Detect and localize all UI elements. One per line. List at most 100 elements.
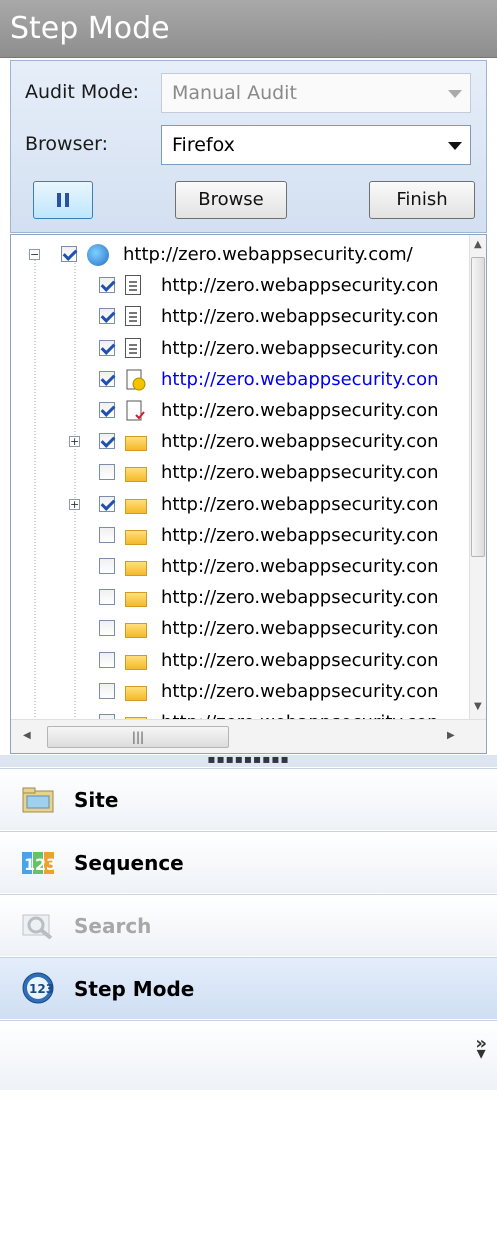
tree-checkbox[interactable]	[99, 308, 115, 325]
settings-panel: Audit Mode: Manual Audit Browser: Firefo…	[10, 60, 487, 233]
folder-icon	[125, 654, 147, 670]
page-lock-icon	[125, 369, 147, 391]
tree-row[interactable]: http://zero.webappsecurity.con	[11, 520, 471, 551]
tree-checkbox[interactable]	[99, 433, 115, 450]
tree-row-url: http://zero.webappsecurity.con	[161, 587, 439, 609]
tree-row[interactable]: http://zero.webappsecurity.con	[11, 645, 471, 676]
tree-checkbox[interactable]	[99, 620, 115, 637]
tree-row-url: http://zero.webappsecurity.con	[161, 618, 439, 640]
site-folder-icon	[22, 787, 54, 813]
tree-row[interactable]: http://zero.webappsecurity.con	[11, 270, 471, 301]
nav-sequence-label: Sequence	[74, 851, 184, 875]
tree-row[interactable]: http://zero.webappsecurity.con	[11, 364, 471, 395]
tree-checkbox[interactable]	[99, 402, 115, 418]
tree-row-url: http://zero.webappsecurity.con	[161, 462, 439, 484]
globe-icon	[87, 244, 109, 266]
pause-icon	[57, 193, 69, 207]
tree-row[interactable]: http://zero.webappsecurity.con	[11, 582, 471, 613]
tree-row[interactable]: + http://zero.webappsecurity.con	[11, 426, 471, 457]
tree-row-url: http://zero.webappsecurity.con	[161, 524, 439, 546]
page-icon	[125, 306, 141, 327]
collapse-icon[interactable]: −	[29, 249, 40, 260]
tree-row[interactable]: + http://zero.webappsecurity.con	[11, 489, 471, 520]
nav-search-label: Search	[74, 914, 152, 938]
tree-row-url: http://zero.webappsecurity.con	[161, 556, 439, 577]
tree-checkbox[interactable]	[99, 682, 115, 699]
svg-text:2: 2	[35, 855, 46, 874]
tree-checkbox[interactable]	[99, 589, 115, 606]
tree-checkbox[interactable]	[99, 339, 115, 356]
site-tree: − http://zero.webappsecurity.com/http://z…	[10, 234, 487, 754]
tree-row[interactable]: http://zero.webappsecurity.con	[11, 301, 471, 332]
svg-text:3: 3	[46, 855, 54, 874]
chevron-double-down-icon[interactable]: » ▾	[475, 1035, 487, 1063]
svg-text:123: 123	[29, 982, 54, 996]
browser-value: Firefox	[172, 134, 235, 156]
folder-icon	[125, 529, 147, 545]
expand-icon[interactable]: +	[69, 436, 80, 448]
tree-row[interactable]: http://zero.webappsecurity.con	[11, 333, 471, 364]
tree-checkbox[interactable]	[99, 370, 115, 387]
expand-icon[interactable]: +	[69, 498, 80, 510]
page-icon	[125, 337, 141, 358]
tree-row-url: http://zero.webappsecurity.con	[161, 368, 439, 390]
audit-mode-value: Manual Audit	[172, 82, 297, 104]
tree-row[interactable]: http://zero.webappsecurity.con	[11, 551, 471, 582]
panel-title: Step Mode	[0, 0, 497, 58]
tree-row-url: http://zero.webappsecurity.con	[161, 337, 439, 359]
audit-mode-label: Audit Mode:	[25, 81, 140, 103]
tree-row-url: http://zero.webappsecurity.con	[161, 431, 439, 453]
folder-icon	[125, 685, 147, 701]
folder-icon	[125, 623, 147, 639]
pause-button[interactable]	[33, 181, 93, 219]
browse-button[interactable]: Browse	[175, 181, 287, 219]
browser-label: Browser:	[25, 133, 109, 155]
tree-row-url: http://zero.webappsecurity.con	[161, 400, 439, 421]
tree-checkbox[interactable]	[99, 526, 115, 543]
vertical-scrollbar[interactable]: ▲ ▼	[469, 235, 486, 719]
vertical-scroll-thumb[interactable]	[471, 257, 485, 557]
nav-site[interactable]: Site	[0, 768, 497, 830]
splitter-grip[interactable]: ▪▪▪▪▪▪▪▪▪	[0, 753, 497, 767]
scroll-up-icon[interactable]: ▲	[474, 239, 482, 250]
browser-select[interactable]: Firefox	[161, 125, 471, 165]
dropdown-arrow-icon	[448, 90, 462, 98]
scroll-down-icon[interactable]: ▼	[474, 701, 482, 712]
tree-row-url: http://zero.webappsecurity.con	[161, 680, 439, 702]
nav-site-label: Site	[74, 788, 119, 812]
tree-checkbox[interactable]	[99, 464, 115, 481]
tree-row[interactable]: http://zero.webappsecurity.con	[11, 676, 471, 707]
folder-icon	[125, 561, 147, 576]
tree-root-row[interactable]: − http://zero.webappsecurity.com/	[11, 239, 471, 270]
scroll-left-icon[interactable]: ◀	[23, 730, 31, 741]
tree-checkbox[interactable]	[99, 495, 115, 512]
audit-mode-select: Manual Audit	[161, 73, 471, 113]
folder-icon	[125, 592, 147, 608]
page-check-icon	[125, 400, 147, 422]
nav-sequence[interactable]: 1 2 3 Sequence	[0, 831, 497, 893]
folder-icon	[125, 467, 147, 483]
horizontal-scroll-thumb[interactable]: |||	[47, 726, 229, 748]
tree-row[interactable]: http://zero.webappsecurity.con	[11, 613, 471, 644]
sequence-icon: 1 2 3	[22, 852, 54, 874]
tree-row-url: http://zero.webappsecurity.con	[161, 306, 439, 328]
tree-row[interactable]: http://zero.webappsecurity.con	[11, 395, 471, 426]
nav-search: Search	[0, 894, 497, 956]
tree-checkbox[interactable]	[61, 246, 77, 262]
tree-row[interactable]: http://zero.webappsecurity.con	[11, 457, 471, 488]
tree-checkbox[interactable]	[99, 651, 115, 668]
tree-checkbox[interactable]	[99, 558, 115, 574]
step-mode-icon: 123	[22, 972, 54, 1004]
dropdown-arrow-icon[interactable]	[448, 142, 462, 150]
nav-step-mode-label: Step Mode	[74, 977, 195, 1001]
horizontal-scrollbar[interactable]: ◀ ||| ▶	[11, 719, 486, 753]
tree-checkbox[interactable]	[99, 277, 115, 294]
finish-button[interactable]: Finish	[369, 181, 475, 219]
scroll-right-icon[interactable]: ▶	[447, 730, 455, 741]
page-icon	[125, 275, 141, 296]
search-icon	[22, 914, 53, 939]
folder-icon	[125, 498, 147, 514]
tree-row-url: http://zero.webappsecurity.con	[161, 493, 439, 515]
folder-icon	[125, 436, 147, 452]
nav-step-mode[interactable]: 123 Step Mode	[0, 957, 497, 1019]
